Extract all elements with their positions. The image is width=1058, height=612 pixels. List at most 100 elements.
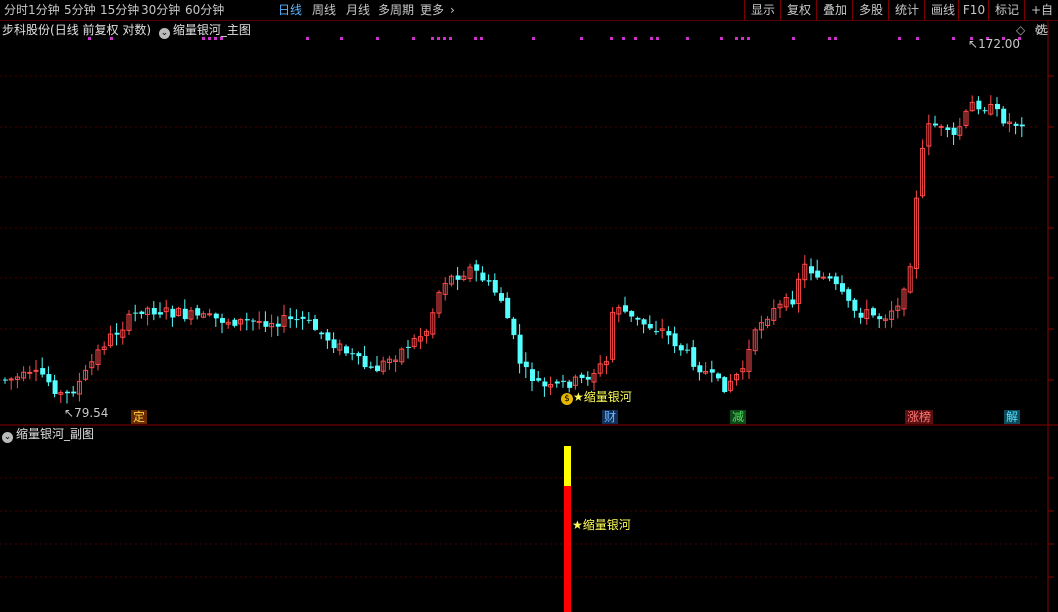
candle-body (1001, 108, 1007, 124)
candle (356, 351, 362, 365)
stock-name[interactable]: 步科股份 (2, 23, 50, 37)
candle (511, 316, 517, 340)
low-price-label: ↖79.54 (64, 406, 109, 420)
diamond-icon[interactable]: ◇ (1016, 22, 1025, 38)
candle (380, 356, 386, 375)
candle-body (820, 276, 826, 279)
candle (21, 366, 27, 382)
signal-dot (580, 37, 583, 40)
main-indicator-name[interactable]: 缩量银河_主图 (173, 23, 251, 37)
grid-lines (0, 20, 1058, 612)
candle (406, 340, 411, 359)
candle (585, 371, 591, 386)
signal-dot (828, 37, 831, 40)
candle-body (480, 272, 486, 281)
candle-body (567, 381, 573, 388)
candle-body (709, 369, 715, 373)
candle (685, 343, 690, 354)
candle (945, 124, 951, 138)
candle (691, 339, 697, 371)
candle (399, 347, 405, 365)
chevron-down-icon[interactable]: ⌄ (158, 28, 170, 39)
sub-indicator-name[interactable]: 缩量银河_副图 (16, 427, 94, 441)
candle (641, 318, 647, 334)
signal-dot (622, 37, 625, 40)
signal-dot (792, 37, 795, 40)
candle (616, 304, 622, 323)
candle (474, 259, 480, 282)
candle-body (1013, 123, 1019, 126)
chart-canvas[interactable]: 定 财 减 涨榜 解 (0, 0, 1058, 612)
signal-dot (610, 37, 613, 40)
candle (957, 118, 963, 140)
candle (561, 374, 566, 388)
candle-body (3, 379, 8, 381)
candle-body (499, 293, 504, 301)
candle-body (313, 319, 318, 330)
arrow-left-icon: ↖ (64, 406, 75, 420)
candle (139, 310, 145, 319)
candle (76, 372, 82, 402)
signal-dot (376, 37, 379, 40)
candle-body (27, 371, 33, 374)
candle-body (151, 307, 157, 315)
candle-body (790, 299, 796, 305)
candle (120, 321, 126, 345)
candle-body (195, 308, 201, 316)
candle (505, 292, 511, 320)
signal-dot (952, 37, 955, 40)
candle-body (511, 318, 517, 336)
candle (337, 339, 343, 356)
candle (517, 324, 523, 374)
candle-body (356, 353, 362, 357)
candle (170, 305, 176, 327)
high-price-label: ↖172.00 (968, 37, 1021, 51)
candle-body (71, 391, 77, 394)
candle-body (158, 312, 163, 315)
candle (815, 259, 821, 280)
chevron-down-icon[interactable]: ⌄ (2, 432, 13, 443)
candle (344, 344, 349, 356)
candle (306, 312, 312, 324)
candle (523, 352, 529, 379)
candle (448, 274, 454, 287)
candle (436, 290, 442, 318)
candle (579, 372, 585, 384)
candle (629, 310, 635, 323)
candle (777, 300, 783, 319)
candle-body (300, 316, 306, 319)
candle-body (406, 346, 411, 348)
candle-body (375, 365, 380, 372)
candle (182, 299, 188, 322)
candle (225, 318, 231, 329)
signal-dot (480, 37, 483, 40)
candle-body (858, 312, 864, 318)
candle (133, 304, 139, 322)
event-badge: 减 (730, 410, 746, 424)
candle (889, 300, 895, 328)
candle (796, 272, 802, 313)
candle (362, 345, 368, 370)
candle (275, 316, 281, 336)
candle (65, 389, 70, 404)
candle-body (938, 125, 944, 128)
candle (709, 360, 715, 383)
settings-icon[interactable]: ⚙ (1034, 22, 1045, 38)
candle-body (536, 378, 542, 381)
candle-body (982, 110, 988, 112)
candle (95, 344, 101, 371)
candle (188, 306, 194, 325)
candle (765, 316, 771, 329)
candle (430, 308, 436, 339)
candle (492, 273, 498, 296)
candle-body (722, 377, 728, 393)
candle (623, 296, 628, 314)
candle-body (251, 320, 256, 322)
signal-dot (834, 37, 837, 40)
candle (232, 317, 238, 328)
candle-body (220, 318, 225, 323)
candle (27, 365, 33, 380)
candle (988, 95, 994, 116)
money-bag-icon: $ (561, 393, 573, 405)
candle (386, 355, 392, 370)
